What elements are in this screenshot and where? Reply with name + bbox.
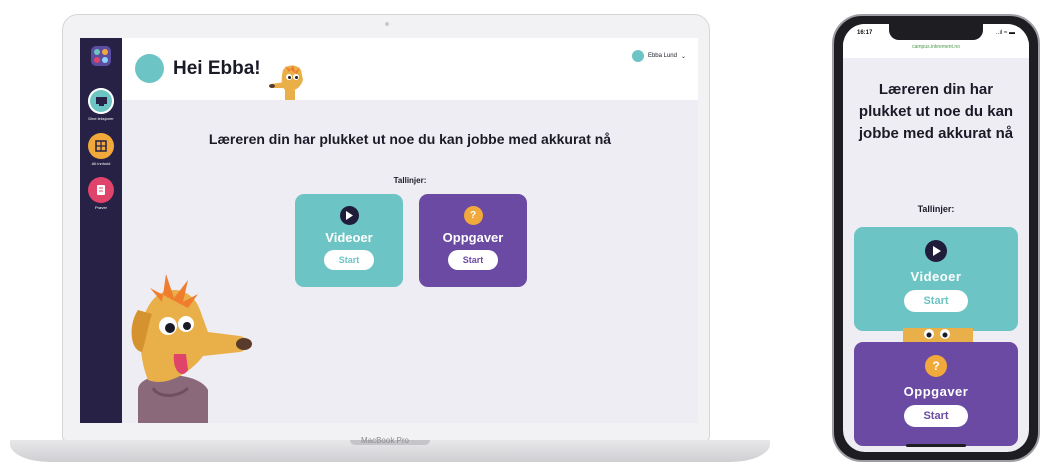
dog-mascot-icon bbox=[269, 65, 303, 100]
lesson-icon bbox=[88, 88, 114, 114]
sidebar-item-label: Alt innhold bbox=[91, 161, 111, 166]
card-title: Oppgaver bbox=[442, 230, 504, 245]
sidebar-item-label: Dine leksjoner bbox=[88, 116, 114, 121]
user-menu[interactable]: Ebba Lund ⌄ bbox=[631, 50, 686, 62]
card-title: Oppgaver bbox=[903, 384, 969, 399]
url-bar[interactable]: campus.inkrement.no bbox=[843, 44, 1029, 50]
laptop-brand-label: MacBook Pro bbox=[360, 436, 410, 445]
topic-label: Tallinjer: bbox=[393, 176, 427, 185]
sidebar-item-label: Prøver bbox=[95, 205, 107, 210]
sidebar-item-all-content[interactable]: Alt innhold bbox=[80, 133, 122, 166]
dog-mascot-illustration bbox=[131, 274, 252, 423]
status-time: 16:17 bbox=[857, 30, 873, 36]
videos-card[interactable]: Videoer Start bbox=[854, 227, 1018, 331]
home-indicator[interactable] bbox=[906, 444, 966, 447]
main-heading: Læreren din har plukket ut noe du kan jo… bbox=[858, 81, 1014, 142]
chevron-down-icon: ⌄ bbox=[680, 53, 686, 60]
question-icon: ? bbox=[925, 355, 947, 377]
start-videos-button[interactable]: Start bbox=[324, 250, 374, 270]
sidebar: Dine leksjoner Alt innhold Prøver bbox=[80, 38, 122, 423]
grid-icon bbox=[88, 133, 114, 159]
phone-screen: 16:17 ..ıl ≈ ▬ campus.inkrement.no Lærer… bbox=[843, 24, 1029, 452]
phone-frame: 16:17 ..ıl ≈ ▬ campus.inkrement.no Lærer… bbox=[832, 14, 1040, 462]
card-title: Videoer bbox=[325, 230, 373, 245]
question-icon: ? bbox=[463, 206, 483, 225]
avatar bbox=[631, 50, 644, 62]
play-icon bbox=[339, 206, 359, 225]
play-icon bbox=[925, 240, 947, 262]
main-heading: Læreren din har plukket ut noe du kan jo… bbox=[208, 131, 612, 147]
header-bar: Hei Ebba! Ebba Lund ⌄ bbox=[122, 38, 698, 100]
card-title: Videoer bbox=[910, 269, 962, 284]
camera-dot bbox=[385, 22, 389, 26]
status-icons: ..ıl ≈ ▬ bbox=[996, 30, 1015, 36]
topic-label: Tallinjer: bbox=[917, 204, 955, 214]
avatar bbox=[135, 54, 164, 83]
start-videos-button[interactable]: Start bbox=[904, 290, 968, 312]
sidebar-item-lessons[interactable]: Dine leksjoner bbox=[80, 88, 122, 121]
phone-notch bbox=[889, 24, 983, 40]
start-tasks-button[interactable]: Start bbox=[904, 405, 968, 427]
start-tasks-button[interactable]: Start bbox=[448, 250, 498, 270]
page-title: Hei Ebba! bbox=[173, 58, 261, 79]
app-logo-icon[interactable] bbox=[91, 46, 111, 66]
test-icon bbox=[88, 177, 114, 203]
tasks-card[interactable]: ? Oppgaver Start bbox=[854, 342, 1018, 446]
sidebar-item-tests[interactable]: Prøver bbox=[80, 177, 122, 210]
videos-card[interactable]: Videoer Start bbox=[295, 194, 403, 287]
tasks-card[interactable]: ? Oppgaver Start bbox=[419, 194, 527, 287]
user-name: Ebba Lund bbox=[647, 53, 677, 59]
laptop-screen: Dine leksjoner Alt innhold Prøver Hei Eb… bbox=[80, 38, 698, 423]
